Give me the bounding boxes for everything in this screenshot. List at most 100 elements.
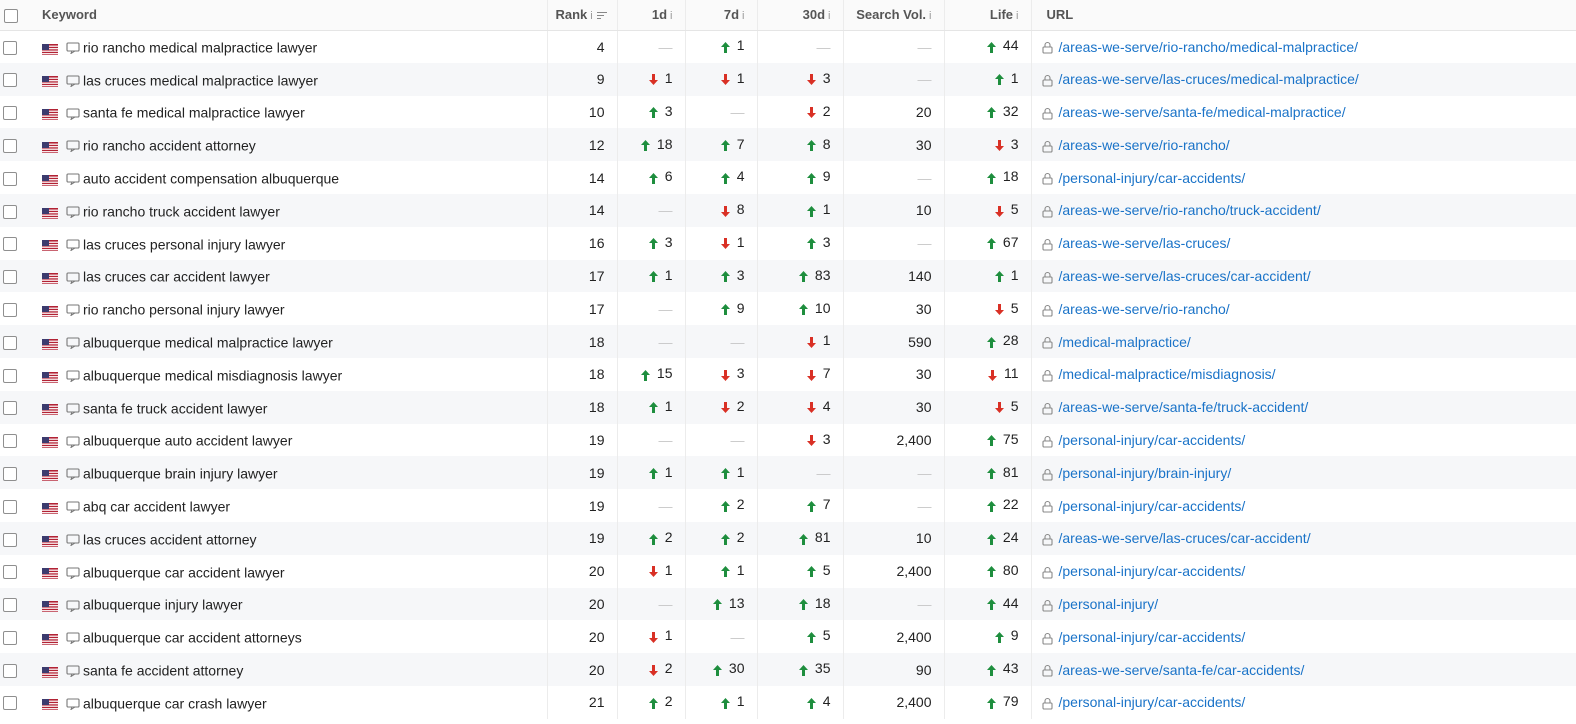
url-link[interactable]: /personal-injury/car-accidents/ [1059,170,1246,186]
row-checkbox[interactable] [3,106,17,121]
url-link[interactable]: /areas-we-serve/rio-rancho/ [1059,137,1230,153]
url-link[interactable]: /areas-we-serve/santa-fe/car-accidents/ [1059,662,1305,678]
url-cell[interactable]: /areas-we-serve/santa-fe/truck-accident/ [1031,391,1576,424]
url-cell[interactable]: /personal-injury/car-accidents/ [1031,489,1576,522]
table-row[interactable]: rio rancho medical malpractice lawyer 4 — 1… [0,30,1576,63]
row-checkbox[interactable] [3,335,17,350]
serp-preview-icon[interactable] [66,41,80,56]
keyword-text[interactable]: albuquerque medical misdiagnosis lawyer [83,367,342,383]
column-header-url[interactable]: URL [1031,0,1576,31]
serp-preview-icon[interactable] [66,402,80,416]
table-row[interactable]: rio rancho personal injury lawyer 17 — 9 10 3… [0,292,1576,326]
row-select-cell[interactable] [0,391,27,424]
keyword-text[interactable]: rio rancho truck accident lawyer [83,203,280,219]
keyword-cell[interactable]: albuquerque car accident attorneys [27,620,548,654]
row-select-cell[interactable] [0,358,27,391]
url-cell[interactable]: /areas-we-serve/rio-rancho/ [1031,292,1576,325]
keyword-cell[interactable]: santa fe accident attorney [27,653,548,686]
table-row[interactable]: las cruces personal injury lawyer 16 3 1 3 — 6… [0,226,1576,260]
serp-preview-icon[interactable] [66,467,80,482]
url-link[interactable]: /areas-we-serve/rio-rancho/ [1059,301,1230,317]
row-checkbox[interactable] [3,630,17,645]
url-link[interactable]: /areas-we-serve/las-cruces/car-accident/ [1059,268,1311,284]
keyword-cell[interactable]: albuquerque auto accident lawyer [27,423,548,457]
serp-preview-icon[interactable] [66,107,80,121]
keyword-cell[interactable]: santa fe medical malpractice lawyer [27,95,548,129]
row-select-cell[interactable] [0,555,27,588]
table-row[interactable]: albuquerque medical malpractice lawyer 18… [0,325,1576,358]
url-link[interactable]: /personal-injury/ [1059,596,1159,612]
table-row[interactable]: albuquerque brain injury lawyer 19 1 1 — — 81 /… [0,456,1576,490]
keyword-cell[interactable]: las cruces car accident lawyer [27,259,548,293]
url-link[interactable]: /personal-injury/car-accidents/ [1059,432,1246,448]
table-row[interactable]: albuquerque injury lawyer 20 — 13 18 — 44/pers… [0,587,1576,621]
keyword-text[interactable]: rio rancho accident attorney [83,137,256,153]
url-link[interactable]: /personal-injury/car-accidents/ [1059,498,1246,514]
row-select-cell[interactable] [0,292,27,325]
column-header-keyword[interactable]: Keyword [27,0,548,31]
table-row[interactable]: rio rancho truck accident lawyer 14 — 8 1 10 5… [0,193,1576,227]
keyword-text[interactable]: las cruces car accident lawyer [83,269,270,285]
row-select-cell[interactable] [0,63,27,96]
row-select-cell[interactable] [0,30,27,63]
row-checkbox[interactable] [3,499,17,514]
serp-preview-icon[interactable] [66,303,80,318]
url-link[interactable]: /personal-injury/brain-injury/ [1059,465,1232,481]
column-header-rank[interactable]: Rank i [547,0,618,31]
info-icon[interactable]: i [828,10,830,22]
serp-preview-icon[interactable] [66,566,80,580]
table-row[interactable]: albuquerque medical misdiagnosis lawyer 1… [0,357,1576,391]
row-checkbox[interactable] [3,598,17,613]
url-cell[interactable]: /areas-we-serve/rio-rancho/truck-acciden… [1031,194,1576,227]
row-select-cell[interactable] [0,456,27,489]
url-cell[interactable]: /personal-injury/car-accidents/ [1031,161,1576,194]
row-checkbox[interactable] [3,302,17,317]
row-checkbox[interactable] [3,532,17,547]
keyword-text[interactable]: albuquerque car accident attorneys [83,629,302,645]
url-link[interactable]: /areas-we-serve/las-cruces/medical-malpr… [1059,71,1359,87]
row-checkbox[interactable] [3,466,17,481]
table-row[interactable]: albuquerque auto accident lawyer 19 — — 3 2,4… [0,423,1576,457]
keyword-cell[interactable]: auto accident compensation albuquerque [27,161,548,194]
serp-preview-icon[interactable] [66,664,80,678]
serp-preview-icon[interactable] [66,271,80,285]
table-row[interactable]: santa fe medical malpractice lawyer 10 3 — 2… [0,95,1576,129]
url-link[interactable]: /personal-injury/car-accidents/ [1059,694,1246,710]
keyword-text[interactable]: santa fe medical malpractice lawyer [83,105,305,121]
table-row[interactable]: las cruces medical malpractice lawyer 9 1 1… [0,62,1576,96]
table-row[interactable]: santa fe truck accident lawyer 18 1 2 4 30 5/a… [0,390,1576,424]
url-cell[interactable]: /personal-injury/brain-injury/ [1031,456,1576,489]
url-link[interactable]: /areas-we-serve/las-cruces/ [1059,235,1231,251]
url-cell[interactable]: /areas-we-serve/rio-rancho/ [1031,128,1576,161]
info-icon[interactable]: i [929,10,931,22]
row-select-cell[interactable] [0,620,27,653]
url-cell[interactable]: /areas-we-serve/las-cruces/ [1031,227,1576,260]
column-header-life[interactable]: Life i [944,0,1032,31]
keyword-cell[interactable]: santa fe truck accident lawyer [27,390,548,424]
url-cell[interactable]: /personal-injury/ [1031,588,1576,621]
column-header-1d[interactable]: 1d i [617,0,686,31]
select-all-checkbox[interactable] [4,8,18,23]
url-cell[interactable]: /areas-we-serve/santa-fe/car-accidents/ [1031,653,1576,686]
keyword-text[interactable]: albuquerque injury lawyer [83,597,243,613]
url-cell[interactable]: /areas-we-serve/las-cruces/medical-malpr… [1031,63,1576,96]
keyword-cell[interactable]: las cruces personal injury lawyer [27,226,548,260]
table-row[interactable]: rio rancho accident attorney 12 18 7 8 30 3/ar… [0,128,1576,162]
serp-preview-icon[interactable] [66,435,80,449]
serp-preview-icon[interactable] [66,533,80,547]
keyword-text[interactable]: albuquerque car crash lawyer [83,695,267,711]
serp-preview-icon[interactable] [66,172,80,186]
info-icon[interactable]: i [1016,10,1018,22]
keyword-cell[interactable]: albuquerque brain injury lawyer [27,456,548,490]
serp-preview-icon[interactable] [66,500,80,514]
url-cell[interactable]: /personal-injury/car-accidents/ [1031,620,1576,653]
row-checkbox[interactable] [3,204,17,219]
keyword-cell[interactable]: albuquerque injury lawyer [27,587,548,621]
keyword-cell[interactable]: rio rancho accident attorney [27,128,548,162]
sort-icon[interactable] [596,11,607,20]
table-row[interactable]: las cruces car accident lawyer 17 1 3 83 140 1… [0,259,1576,293]
row-select-cell[interactable] [0,686,27,719]
row-select-cell[interactable] [0,424,27,457]
row-checkbox[interactable] [3,401,17,416]
keyword-text[interactable]: abq car accident lawyer [83,498,230,514]
